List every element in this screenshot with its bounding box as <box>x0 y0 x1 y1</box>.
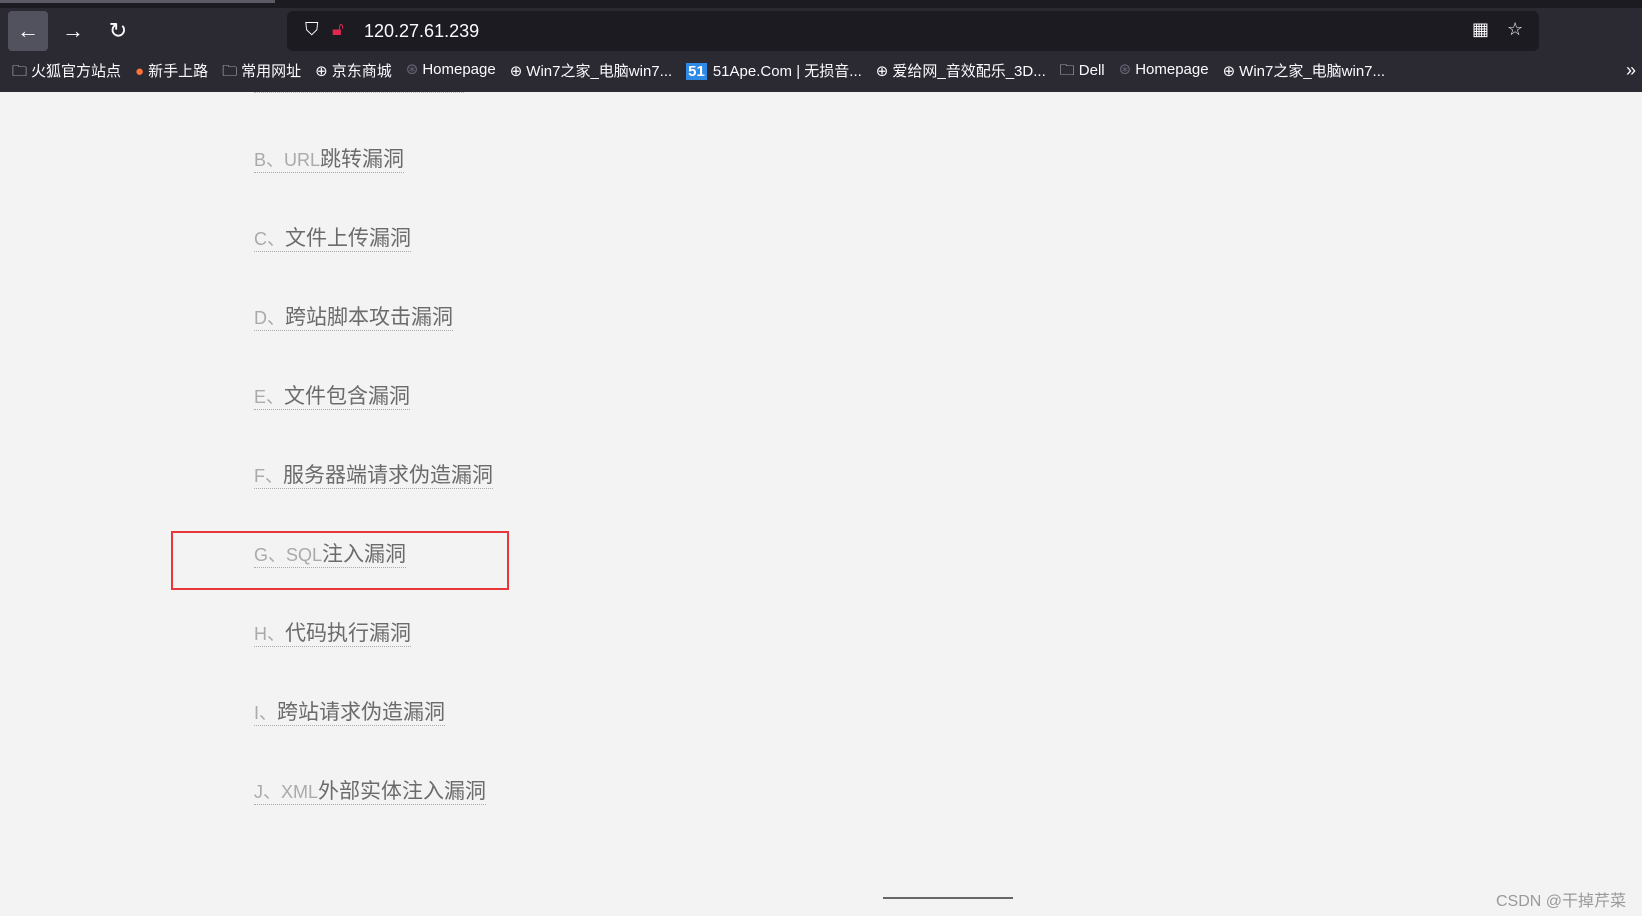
list-item-e[interactable]: E、文件包含漏洞 <box>254 380 493 459</box>
globe-icon: ⊕ <box>875 63 889 80</box>
item-text: 跨站脚本攻击漏洞 <box>285 306 453 329</box>
tab-strip <box>0 0 1642 8</box>
insecure-lock-icon[interactable]: 🔓︎ <box>332 19 344 40</box>
bookmark-label: 新手上路 <box>148 63 209 80</box>
globe-icon: ⊕ <box>1222 63 1236 80</box>
51-icon: 51 <box>686 63 707 80</box>
list-item-h[interactable]: H、代码执行漏洞 <box>254 617 493 696</box>
bookmark-item[interactable]: 🗀︎ Dell <box>1060 60 1105 86</box>
bookmark-item[interactable]: ⊕ Win7之家_电脑win7... <box>510 60 672 86</box>
item-text: 跳转漏洞 <box>320 148 405 171</box>
active-tab[interactable] <box>0 0 275 3</box>
url-text[interactable]: 120.27.61.239 <box>364 21 479 42</box>
watermark: CSDN @干掉芹菜 <box>1495 893 1626 910</box>
bookmark-item[interactable]: 🗀︎ 火狐官方站点 <box>12 60 121 86</box>
item-text: 服务器端请求伪造漏洞 <box>283 464 493 487</box>
item-prefix: E、 <box>254 387 285 407</box>
bookmark-label: Homepage <box>422 61 496 78</box>
shield-icon[interactable]: ⛉ <box>305 19 319 40</box>
item-text: 文件包含漏洞 <box>284 385 411 408</box>
forward-button[interactable]: → <box>53 11 93 51</box>
browser-chrome: ← → ↻ ⛉ 🔓︎ 120.27.61.239 ▦ ☆ 🗀︎ 火狐官方站点 ● 新… <box>0 0 1642 92</box>
item-prefix: I、 <box>254 703 278 723</box>
list-item-j[interactable]: J、XML外部实体注入漏洞 <box>254 775 493 854</box>
bookmark-item[interactable]: ⊕ 京东商城 <box>315 60 392 86</box>
bookmarks-toolbar: 🗀︎ 火狐官方站点 ● 新手上路 🗀︎ 常用网址 ⊕ 京东商城 ⊛ Homepage ⊕ W… <box>12 60 1642 86</box>
list-item-c[interactable]: C、文件上传漏洞 <box>254 222 493 301</box>
vulnerability-list: B、URL跳转漏洞 C、文件上传漏洞 D、跨站脚本攻击漏洞 E、文件包含漏洞 F… <box>254 143 493 854</box>
bookmark-label: Dell <box>1078 62 1105 79</box>
bookmark-item[interactable]: ⊛ Homepage <box>406 60 496 86</box>
back-button[interactable]: ← <box>8 11 48 51</box>
bookmark-label: 51Ape.Com | 无损音... <box>712 63 862 80</box>
bookmark-label: Homepage <box>1135 61 1209 78</box>
list-item-i[interactable]: I、跨站请求伪造漏洞 <box>254 696 493 775</box>
folder-icon: 🗀︎ <box>222 63 238 80</box>
globe-icon: ⊕ <box>509 63 523 80</box>
divider <box>883 897 1013 899</box>
wordpress-icon: ⊛ <box>1118 61 1132 78</box>
bookmark-label: 爱给网_音效配乐_3D... <box>892 63 1046 80</box>
bookmark-item[interactable]: ● 新手上路 <box>135 60 208 86</box>
bookmark-item[interactable]: 🗀︎ 常用网址 <box>222 60 301 86</box>
bookmark-label: 京东商城 <box>331 63 392 80</box>
item-prefix: H、 <box>254 624 285 644</box>
reload-button[interactable]: ↻ <box>98 11 138 51</box>
bookmark-item[interactable]: ⊛ Homepage <box>1119 60 1209 86</box>
previous-item-underline <box>254 92 464 93</box>
firefox-icon: ● <box>135 63 145 80</box>
folder-icon: 🗀︎ <box>1059 62 1075 79</box>
item-prefix: J、XML <box>254 782 319 802</box>
globe-icon: ⊕ <box>315 63 328 80</box>
bookmark-label: 火狐官方站点 <box>31 63 122 80</box>
list-item-f[interactable]: F、服务器端请求伪造漏洞 <box>254 459 493 538</box>
list-item-d[interactable]: D、跨站脚本攻击漏洞 <box>254 301 493 380</box>
item-prefix: D、 <box>254 308 285 328</box>
bookmark-item[interactable]: ⊕ 爱给网_音效配乐_3D... <box>876 60 1046 86</box>
chevron-double-right-icon[interactable]: » <box>1626 60 1636 81</box>
bookmark-item[interactable]: 51 51Ape.Com | 无损音... <box>686 60 862 86</box>
list-item-b[interactable]: B、URL跳转漏洞 <box>254 143 493 222</box>
reload-icon: ↻ <box>108 18 128 43</box>
arrow-left-icon: ← <box>17 18 39 43</box>
item-prefix: F、 <box>254 466 283 486</box>
highlight-box <box>171 531 509 590</box>
bookmark-label: Win7之家_电脑win7... <box>526 63 673 80</box>
item-prefix: C、 <box>254 229 285 249</box>
folder-icon: 🗀︎ <box>12 63 28 80</box>
star-icon[interactable]: ☆ <box>1507 19 1523 40</box>
item-text: 跨站请求伪造漏洞 <box>277 701 446 724</box>
bookmark-label: 常用网址 <box>241 63 302 80</box>
bookmark-label: Win7之家_电脑win7... <box>1239 63 1386 80</box>
item-text: 外部实体注入漏洞 <box>318 780 487 803</box>
bookmark-item[interactable]: ⊕ Win7之家_电脑win7... <box>1223 60 1385 86</box>
item-prefix: B、URL <box>254 150 321 170</box>
arrow-right-icon: → <box>62 18 84 43</box>
address-bar[interactable]: ⛉ 🔓︎ 120.27.61.239 ▦ ☆ <box>287 11 1539 51</box>
item-text: 文件上传漏洞 <box>285 227 411 250</box>
qr-code-icon[interactable]: ▦ <box>1472 19 1489 40</box>
wordpress-icon: ⊛ <box>405 61 419 78</box>
item-text: 代码执行漏洞 <box>285 622 411 645</box>
